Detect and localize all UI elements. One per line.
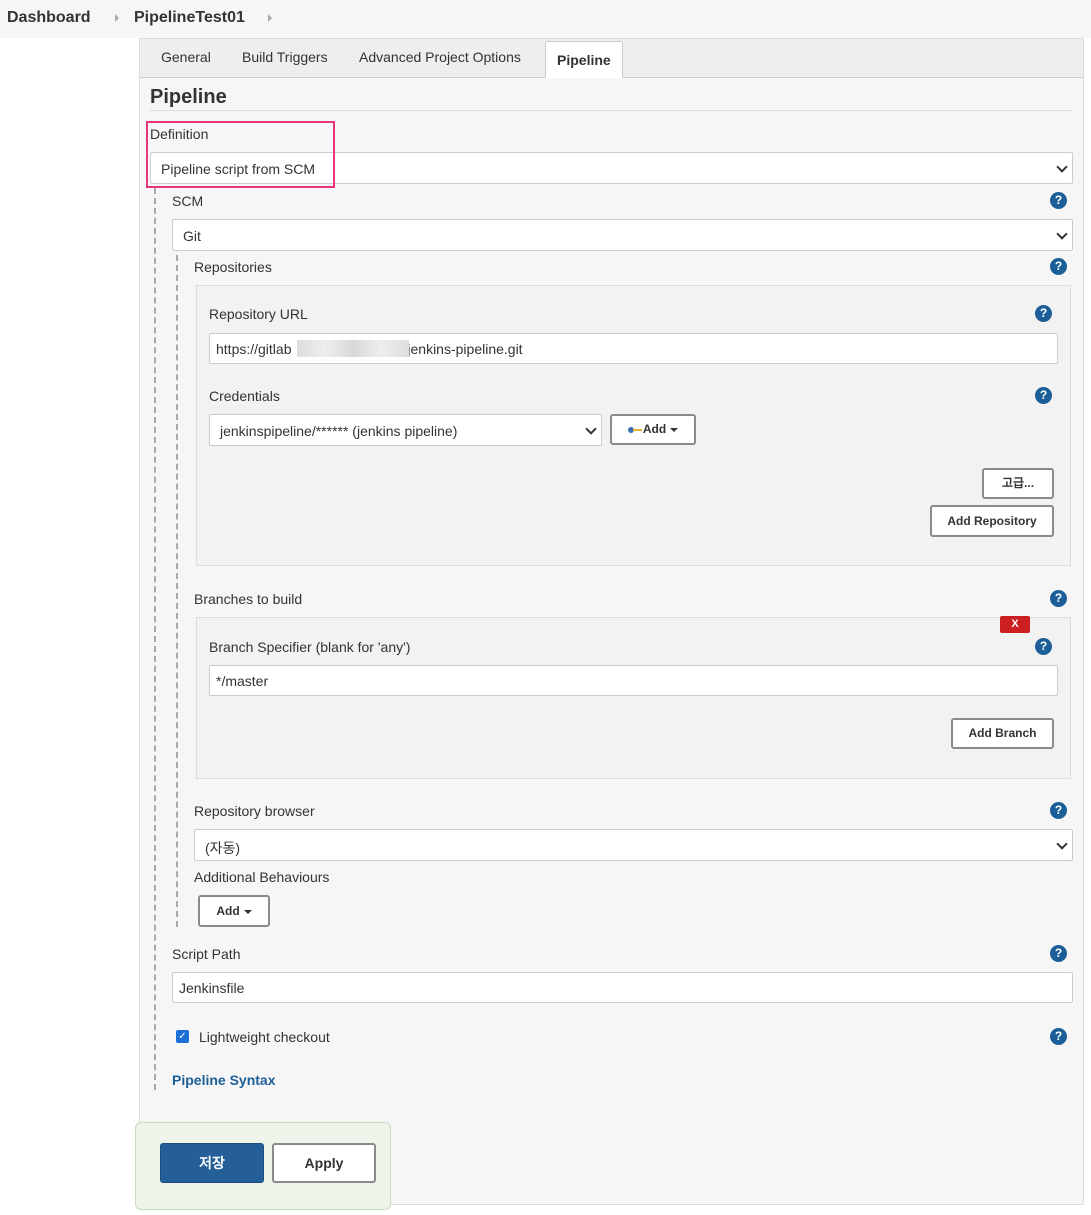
help-icon[interactable]: ? (1050, 945, 1067, 962)
nesting-line (154, 188, 156, 1090)
annotation-highlight (146, 121, 335, 188)
credentials-value: jenkinspipeline/****** (jenkins pipeline… (220, 423, 458, 439)
branch-specifier-input[interactable]: */master (209, 665, 1058, 696)
caret-down-icon (670, 427, 679, 432)
repositories-label: Repositories (194, 259, 272, 275)
repository-browser-label: Repository browser (194, 803, 315, 819)
tab-advanced-project-options[interactable]: Advanced Project Options (359, 49, 521, 65)
breadcrumb-job[interactable]: PipelineTest01 (134, 9, 245, 27)
tab-general[interactable]: General (161, 49, 211, 65)
redacted-blur (297, 340, 409, 357)
repository-browser-select[interactable]: (자동) (194, 829, 1073, 861)
breadcrumb-dashboard[interactable]: Dashboard (7, 9, 91, 27)
repository-url-label: Repository URL (209, 306, 308, 322)
advanced-button[interactable]: 고급... (982, 468, 1054, 499)
pipeline-syntax-link[interactable]: Pipeline Syntax (172, 1072, 275, 1088)
chevron-down-icon (1056, 161, 1068, 173)
help-icon[interactable]: ? (1035, 387, 1052, 404)
add-repository-button[interactable]: Add Repository (930, 505, 1054, 537)
section-title: Pipeline (150, 86, 227, 108)
breadcrumb: Dashboard PipelineTest01 (0, 0, 1091, 38)
title-divider (150, 110, 1072, 111)
key-icon (627, 426, 642, 434)
lightweight-checkout-checkbox[interactable]: ✓ (176, 1030, 189, 1043)
tab-bar: General Build Triggers Advanced Project … (140, 39, 1083, 78)
script-path-label: Script Path (172, 946, 241, 962)
help-icon[interactable]: ? (1035, 305, 1052, 322)
scm-label: SCM (172, 193, 204, 209)
repository-url-prefix: https://gitlab (216, 341, 292, 357)
lightweight-checkout-label: Lightweight checkout (199, 1029, 330, 1045)
chevron-down-icon (585, 423, 597, 435)
branches-label: Branches to build (194, 591, 303, 607)
apply-button[interactable]: Apply (272, 1143, 376, 1183)
chevron-down-icon (1056, 228, 1068, 240)
breadcrumb-separator-icon (115, 14, 119, 22)
nesting-line (176, 255, 178, 927)
help-icon[interactable]: ? (1050, 590, 1067, 607)
help-icon[interactable]: ? (1050, 258, 1067, 275)
breadcrumb-separator-icon (268, 14, 272, 22)
repository-browser-value: (자동) (205, 840, 241, 856)
chevron-down-icon (1056, 838, 1068, 850)
help-icon[interactable]: ? (1050, 802, 1067, 819)
credentials-label: Credentials (209, 388, 280, 404)
delete-branch-button[interactable]: X (1000, 616, 1030, 633)
script-path-input[interactable]: Jenkinsfile (172, 972, 1073, 1003)
repository-url-suffix: /jenkins-pipeline.git (403, 341, 523, 357)
branch-specifier-label: Branch Specifier (blank for 'any') (209, 639, 411, 655)
help-icon[interactable]: ? (1050, 1028, 1067, 1045)
add-credentials-button[interactable]: Add (610, 414, 696, 445)
add-behaviour-button[interactable]: Add (198, 895, 270, 927)
add-branch-button[interactable]: Add Branch (951, 718, 1054, 749)
scm-value: Git (183, 228, 201, 244)
caret-down-icon (243, 909, 252, 914)
credentials-select[interactable]: jenkinspipeline/****** (jenkins pipeline… (209, 414, 602, 446)
additional-behaviours-label: Additional Behaviours (194, 869, 330, 885)
scm-select[interactable]: Git (172, 219, 1073, 251)
save-button[interactable]: 저장 (160, 1143, 264, 1183)
tab-build-triggers[interactable]: Build Triggers (242, 49, 328, 65)
help-icon[interactable]: ? (1035, 638, 1052, 655)
help-icon[interactable]: ? (1050, 192, 1067, 209)
tab-pipeline[interactable]: Pipeline (545, 41, 623, 78)
